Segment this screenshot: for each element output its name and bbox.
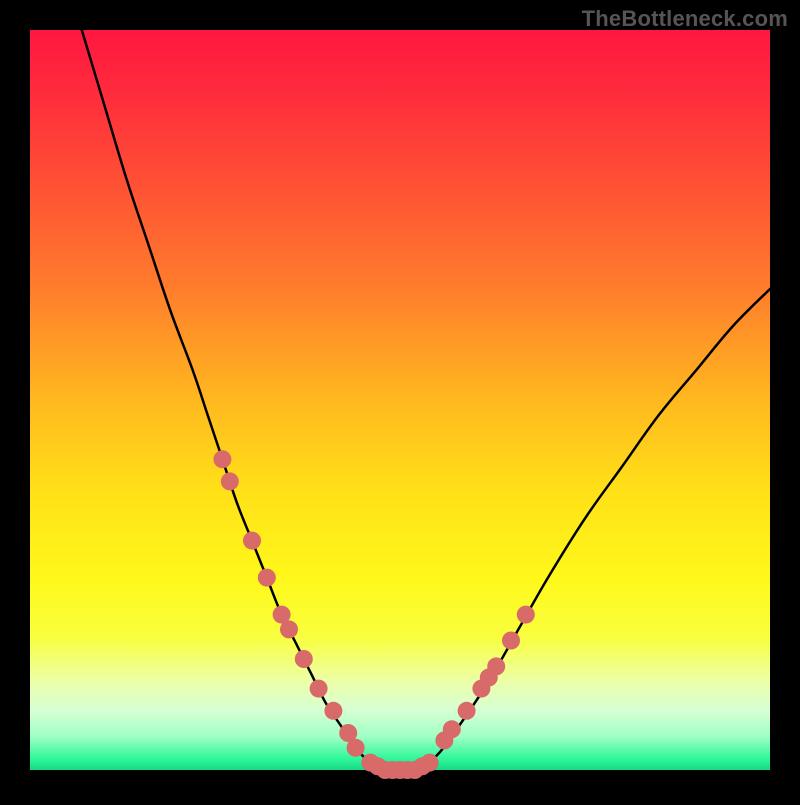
curve-marker: [213, 450, 231, 468]
chart-plot-bg: [30, 30, 770, 770]
curve-marker: [258, 569, 276, 587]
curve-marker: [517, 606, 535, 624]
curve-marker: [221, 472, 239, 490]
curve-marker: [443, 720, 461, 738]
curve-marker: [487, 657, 505, 675]
curve-marker: [295, 650, 313, 668]
bottleneck-chart: [0, 0, 800, 800]
chart-container: TheBottleneck.com: [0, 0, 800, 800]
curve-marker: [347, 739, 365, 757]
curve-marker: [310, 680, 328, 698]
curve-marker: [243, 532, 261, 550]
curve-marker: [421, 754, 439, 772]
curve-marker: [280, 620, 298, 638]
curve-marker: [458, 702, 476, 720]
curve-marker: [502, 632, 520, 650]
curve-marker: [324, 702, 342, 720]
watermark-label: TheBottleneck.com: [582, 6, 788, 32]
